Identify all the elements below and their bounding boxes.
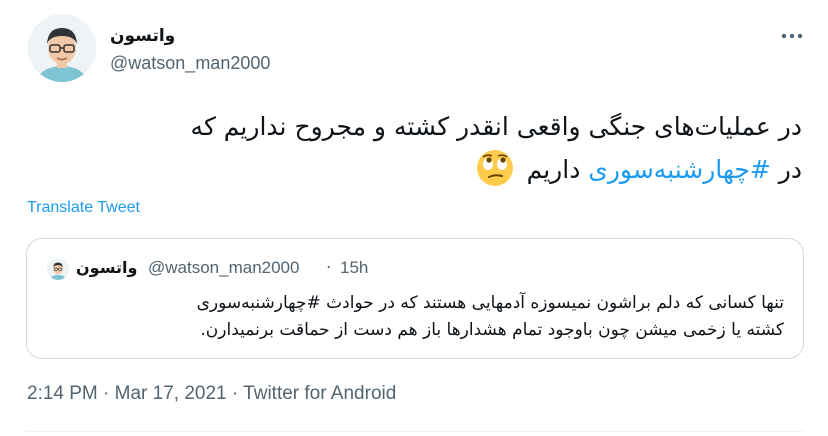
tweet-meta: 2:14 PM · Mar 17, 2021 · Twitter for And… <box>27 383 396 405</box>
quoted-text-line-2: کشته یا زخمی میشن چون باوجود تمام هشداره… <box>200 320 784 340</box>
author-handle[interactable]: @watson_man2000 <box>110 53 270 74</box>
quoted-avatar <box>47 258 69 280</box>
quoted-display-name: واتسون <box>76 258 138 277</box>
quoted-handle: @watson_man2000 <box>148 258 300 277</box>
avatar[interactable] <box>28 14 96 82</box>
divider <box>26 431 804 432</box>
tweet-source[interactable]: Twitter for Android <box>243 383 396 404</box>
meta-separator: · <box>231 383 239 404</box>
hashtag-link[interactable]: #چهارشنبه‌سوری <box>588 155 771 184</box>
quoted-separator: · <box>326 258 332 278</box>
tweet-text-line-1: در عملیات‌های جنگی واقعی انقدر کشته و مج… <box>190 112 802 141</box>
author-display-name[interactable]: واتسون <box>110 26 175 46</box>
tweet-time[interactable]: 2:14 PM <box>27 383 98 404</box>
quoted-timestamp: 15h <box>340 258 369 277</box>
tweet-text-line-2: در #چهارشنبه‌سوری داریم <box>22 148 802 191</box>
rolling-eyes-emoji-icon <box>475 148 515 188</box>
quoted-tweet-text: تنها کسانی که دلم براشون نمیسوزه آدمهایی… <box>44 290 784 344</box>
tweet-text-suffix: داریم <box>526 155 589 184</box>
tweet-text: در عملیات‌های جنگی واقعی انقدر کشته و مج… <box>22 106 802 191</box>
quoted-text-line-1: تنها کسانی که دلم براشون نمیسوزه آدمهایی… <box>196 293 784 313</box>
tweet-text-prefix: در <box>770 155 802 184</box>
meta-separator: · <box>103 383 110 404</box>
tweet-date[interactable]: Mar 17, 2021 <box>115 383 227 404</box>
more-horizontal-icon[interactable] <box>779 26 805 46</box>
translate-tweet-link[interactable]: Translate Tweet <box>27 199 140 217</box>
